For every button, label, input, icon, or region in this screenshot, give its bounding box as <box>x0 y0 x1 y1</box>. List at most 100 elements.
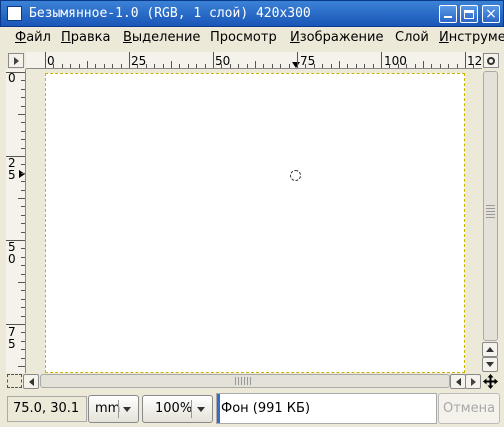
layer-info: Фон (991 КБ) <box>216 393 437 424</box>
unit-value: mm <box>95 401 121 416</box>
ruler-tick <box>356 64 357 68</box>
scroll-left-button[interactable] <box>23 374 39 389</box>
ruler-tick <box>373 64 374 68</box>
ruler-tick <box>87 61 88 68</box>
ruler-label: 25 <box>131 54 147 68</box>
ruler-tick <box>137 64 138 68</box>
ruler-tick <box>45 52 46 68</box>
ruler-tick <box>205 64 206 68</box>
window-title: Безымянное-1.0 (RGB, 1 слой) 420x300 <box>29 6 311 21</box>
arrow-up-icon <box>486 347 494 352</box>
menu-tools[interactable]: Инструме <box>439 30 504 45</box>
quick-mask-toggle[interactable] <box>7 374 22 388</box>
menu-bar: Файл Правка Выделение Просмотр Изображен… <box>0 27 504 49</box>
ruler-label: 0 <box>8 71 16 85</box>
ruler-label: 75 <box>300 54 316 68</box>
ruler-tick <box>18 198 25 199</box>
unit-selector[interactable]: mm <box>88 395 139 423</box>
ruler-tick <box>289 64 290 68</box>
ruler-tick <box>322 64 323 68</box>
ruler-tick <box>121 64 122 68</box>
ruler-tick <box>21 148 25 149</box>
zoom-selector[interactable]: 100% <box>142 395 213 423</box>
zoom-value: 100% <box>155 401 193 416</box>
ruler-tick <box>21 106 25 107</box>
arrow-right-icon <box>470 377 476 386</box>
ruler-tick <box>21 257 25 258</box>
pointer-marker-icon <box>292 62 300 68</box>
ruler-tick <box>21 307 25 308</box>
ruler-tick <box>347 64 348 68</box>
ruler-tick <box>112 64 113 68</box>
ruler-label: 5 <box>8 337 16 351</box>
ruler-tick <box>247 64 248 68</box>
ruler-tick <box>21 299 25 300</box>
ruler-tick <box>21 181 25 182</box>
scroll-right-button[interactable] <box>465 374 481 389</box>
ruler-tick <box>230 64 231 68</box>
minimize-button[interactable] <box>439 5 457 23</box>
menu-view[interactable]: Просмотр <box>210 30 277 45</box>
arrow-left-icon <box>455 377 461 386</box>
pointer-coordinates: 75.0, 30.1 <box>7 396 87 422</box>
ruler-tick <box>263 64 264 68</box>
ruler-tick <box>196 64 197 68</box>
ruler-tick <box>21 290 25 291</box>
vertical-ruler[interactable]: 0 2 5 5 0 7 5 <box>6 69 26 373</box>
minimize-icon <box>444 16 452 18</box>
ruler-tick <box>21 332 25 333</box>
menu-edit[interactable]: Правка <box>61 30 110 45</box>
menu-file[interactable]: Файл <box>15 30 51 45</box>
ruler-tick <box>406 64 407 68</box>
ruler-tick <box>238 64 239 68</box>
ruler-tick <box>6 240 25 241</box>
menu-image[interactable]: Изображение <box>290 30 384 45</box>
image-canvas[interactable] <box>45 73 465 373</box>
chevron-down-icon <box>197 407 205 412</box>
ruler-tick <box>21 215 25 216</box>
ruler-tick <box>21 265 25 266</box>
ruler-tick <box>457 64 458 68</box>
ruler-tick <box>188 64 189 68</box>
ruler-tick <box>314 64 315 68</box>
ruler-tick <box>21 358 25 359</box>
ruler-tick <box>381 52 382 68</box>
ruler-tick <box>53 64 54 68</box>
ruler-tick <box>21 232 25 233</box>
ruler-tick <box>21 349 25 350</box>
ruler-label: 50 <box>215 54 231 68</box>
cancel-button[interactable]: Отмена <box>438 393 500 424</box>
grip-icon <box>235 377 253 385</box>
ruler-tick <box>21 173 25 174</box>
ruler-label: 100 <box>384 54 407 68</box>
scroll-left-button-2[interactable] <box>450 374 466 389</box>
ruler-tick <box>21 206 25 207</box>
ruler-tick <box>255 61 256 68</box>
ruler-tick <box>21 131 25 132</box>
ruler-tick <box>21 164 25 165</box>
close-button[interactable]: × <box>482 5 500 23</box>
image-menu-button[interactable] <box>8 53 24 68</box>
grip-icon <box>486 205 495 219</box>
maximize-button[interactable] <box>460 5 478 23</box>
ruler-tick <box>21 122 25 123</box>
zoom-navigate-button[interactable] <box>483 53 499 68</box>
arrow-down-icon <box>486 362 494 367</box>
ruler-tick <box>154 64 155 68</box>
menu-layer[interactable]: Слой <box>395 30 429 45</box>
navigate-move-icon[interactable] <box>482 373 499 389</box>
menu-select[interactable]: Выделение <box>123 30 200 45</box>
scroll-down-button[interactable] <box>482 357 498 372</box>
title-bar[interactable]: Безымянное-1.0 (RGB, 1 слой) 420x300 × <box>0 0 504 27</box>
cursor-crosshair-icon <box>290 170 301 181</box>
window-icon[interactable] <box>7 6 22 21</box>
maximize-icon <box>464 9 474 19</box>
ruler-tick <box>331 64 332 68</box>
ruler-tick <box>339 61 340 68</box>
close-icon: × <box>485 6 497 22</box>
ruler-tick <box>221 64 222 68</box>
ruler-tick <box>389 64 390 68</box>
horizontal-ruler[interactable]: 0 25 50 75 100 12 <box>26 52 482 69</box>
scroll-up-button[interactable] <box>482 342 498 357</box>
magnifier-icon <box>487 56 495 65</box>
